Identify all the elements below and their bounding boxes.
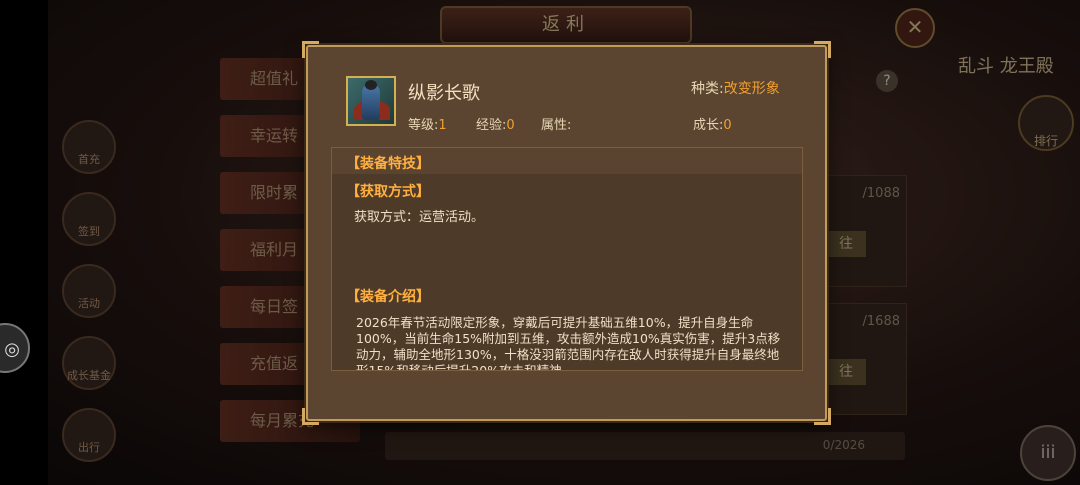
growth-value: 0 (723, 118, 732, 133)
level-value: 1 (438, 118, 447, 133)
item-detail-dialog: 纵影长歌 种类:改变形象 等级:1 经验:0 属性: 成长:0 【装备特技】 【… (302, 41, 831, 425)
item-name: 纵影长歌 (408, 83, 480, 104)
attr-label: 属性: (541, 118, 572, 133)
growth-label: 成长: (693, 118, 724, 133)
item-category: 种类:改变形象 (691, 78, 780, 98)
corner-ornament (814, 41, 831, 58)
acquire-section-title: 【获取方式】 (346, 184, 430, 200)
item-portrait-icon (346, 76, 396, 126)
game-screen: 返利 ✕ 超值礼 幸运转 限时累 福利月 每日签 充值返 每月累充 首充 签到 … (0, 0, 1080, 485)
intro-text: 2026年春节活动限定形象，穿戴后可提升基础五维10%，提升自身生命100%，当… (356, 315, 781, 371)
growth-stat: 成长:0 (693, 114, 732, 133)
intro-section-title: 【装备介绍】 (346, 289, 430, 305)
corner-ornament (302, 408, 319, 425)
exp-value: 0 (506, 118, 515, 133)
item-detail-panel[interactable]: 【装备特技】 【获取方式】 获取方式：运营活动。 【装备介绍】 2026年春节活… (331, 147, 803, 371)
skill-section-title: 【装备特技】 (346, 156, 430, 172)
corner-ornament (302, 41, 319, 58)
category-value: 改变形象 (723, 81, 780, 97)
corner-ornament (814, 408, 831, 425)
attr-stat: 属性: (541, 114, 571, 133)
exp-label: 经验: (476, 118, 507, 133)
level-label: 等级: (408, 118, 439, 133)
exp-stat: 经验:0 (476, 114, 515, 133)
category-label: 种类: (691, 81, 724, 97)
level-stat: 等级:1 (408, 114, 447, 133)
acquire-text: 获取方式：运营活动。 (354, 210, 485, 225)
